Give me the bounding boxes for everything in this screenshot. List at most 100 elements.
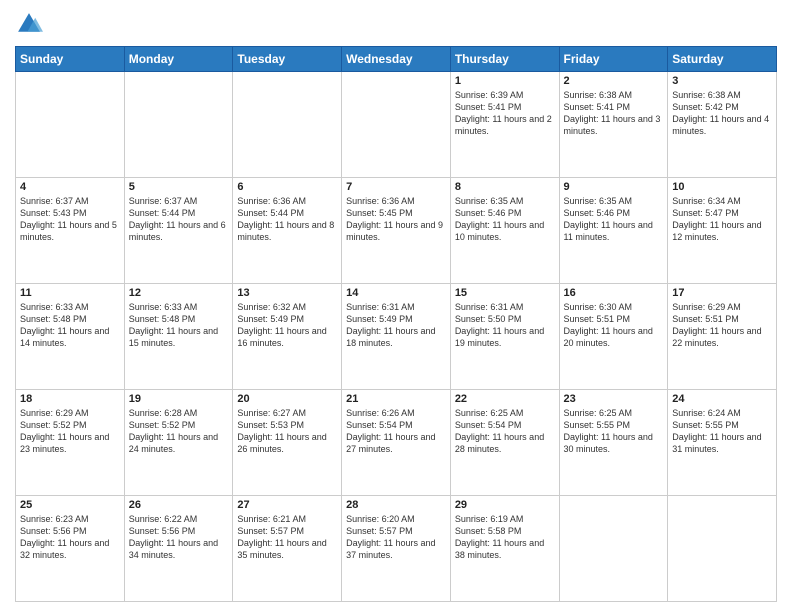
logo — [15, 10, 47, 38]
day-cell: 18 Sunrise: 6:29 AM Sunset: 5:52 PM Dayli… — [16, 390, 125, 496]
day-number: 24 — [672, 393, 772, 405]
day-header-thursday: Thursday — [450, 47, 559, 72]
day-number: 4 — [20, 181, 120, 193]
day-number: 28 — [346, 499, 446, 511]
day-info: Sunrise: 6:37 AM Sunset: 5:43 PM Dayligh… — [20, 195, 120, 244]
day-info: Sunrise: 6:19 AM Sunset: 5:58 PM Dayligh… — [455, 513, 555, 562]
day-cell: 12 Sunrise: 6:33 AM Sunset: 5:48 PM Dayli… — [124, 284, 233, 390]
header — [15, 10, 777, 38]
day-cell — [124, 72, 233, 178]
day-cell — [668, 496, 777, 602]
day-info: Sunrise: 6:36 AM Sunset: 5:44 PM Dayligh… — [237, 195, 337, 244]
day-info: Sunrise: 6:38 AM Sunset: 5:41 PM Dayligh… — [564, 89, 664, 138]
week-row-4: 18 Sunrise: 6:29 AM Sunset: 5:52 PM Dayli… — [16, 390, 777, 496]
day-number: 10 — [672, 181, 772, 193]
day-info: Sunrise: 6:28 AM Sunset: 5:52 PM Dayligh… — [129, 407, 229, 456]
day-cell — [559, 496, 668, 602]
day-info: Sunrise: 6:33 AM Sunset: 5:48 PM Dayligh… — [20, 301, 120, 350]
day-info: Sunrise: 6:34 AM Sunset: 5:47 PM Dayligh… — [672, 195, 772, 244]
day-info: Sunrise: 6:31 AM Sunset: 5:49 PM Dayligh… — [346, 301, 446, 350]
day-number: 3 — [672, 75, 772, 87]
week-row-1: 1 Sunrise: 6:39 AM Sunset: 5:41 PM Daylig… — [16, 72, 777, 178]
week-row-3: 11 Sunrise: 6:33 AM Sunset: 5:48 PM Dayli… — [16, 284, 777, 390]
day-info: Sunrise: 6:33 AM Sunset: 5:48 PM Dayligh… — [129, 301, 229, 350]
day-info: Sunrise: 6:35 AM Sunset: 5:46 PM Dayligh… — [564, 195, 664, 244]
day-info: Sunrise: 6:38 AM Sunset: 5:42 PM Dayligh… — [672, 89, 772, 138]
day-number: 22 — [455, 393, 555, 405]
day-cell: 4 Sunrise: 6:37 AM Sunset: 5:43 PM Daylig… — [16, 178, 125, 284]
day-header-saturday: Saturday — [668, 47, 777, 72]
day-cell: 23Sunrise: 6:25 AM Sunset: 5:55 PM Dayli… — [559, 390, 668, 496]
day-info: Sunrise: 6:25 AM Sunset: 5:55 PM Dayligh… — [564, 407, 664, 456]
day-info: Sunrise: 6:27 AM Sunset: 5:53 PM Dayligh… — [237, 407, 337, 456]
day-cell: 1 Sunrise: 6:39 AM Sunset: 5:41 PM Daylig… — [450, 72, 559, 178]
day-header-tuesday: Tuesday — [233, 47, 342, 72]
day-info: Sunrise: 6:39 AM Sunset: 5:41 PM Dayligh… — [455, 89, 555, 138]
day-number: 13 — [237, 287, 337, 299]
day-cell: 7 Sunrise: 6:36 AM Sunset: 5:45 PM Daylig… — [342, 178, 451, 284]
day-cell: 27 Sunrise: 6:21 AM Sunset: 5:57 PM Dayli… — [233, 496, 342, 602]
day-header-wednesday: Wednesday — [342, 47, 451, 72]
day-cell — [16, 72, 125, 178]
day-cell: 15Sunrise: 6:31 AM Sunset: 5:50 PM Dayli… — [450, 284, 559, 390]
day-info: Sunrise: 6:26 AM Sunset: 5:54 PM Dayligh… — [346, 407, 446, 456]
day-number: 11 — [20, 287, 120, 299]
day-cell — [342, 72, 451, 178]
day-number: 1 — [455, 75, 555, 87]
day-number: 21 — [346, 393, 446, 405]
day-number: 5 — [129, 181, 229, 193]
week-row-2: 4 Sunrise: 6:37 AM Sunset: 5:43 PM Daylig… — [16, 178, 777, 284]
day-number: 7 — [346, 181, 446, 193]
day-cell: 2 Sunrise: 6:38 AM Sunset: 5:41 PM Daylig… — [559, 72, 668, 178]
day-cell: 13 Sunrise: 6:32 AM Sunset: 5:49 PM Dayli… — [233, 284, 342, 390]
day-number: 18 — [20, 393, 120, 405]
day-header-friday: Friday — [559, 47, 668, 72]
day-cell: 20Sunrise: 6:27 AM Sunset: 5:53 PM Dayli… — [233, 390, 342, 496]
day-cell: 19 Sunrise: 6:28 AM Sunset: 5:52 PM Dayli… — [124, 390, 233, 496]
day-cell: 26Sunrise: 6:22 AM Sunset: 5:56 PM Dayli… — [124, 496, 233, 602]
day-info: Sunrise: 6:30 AM Sunset: 5:51 PM Dayligh… — [564, 301, 664, 350]
day-cell: 16Sunrise: 6:30 AM Sunset: 5:51 PM Dayli… — [559, 284, 668, 390]
day-cell: 8 Sunrise: 6:35 AM Sunset: 5:46 PM Daylig… — [450, 178, 559, 284]
page: SundayMondayTuesdayWednesdayThursdayFrid… — [0, 0, 792, 612]
day-cell: 11 Sunrise: 6:33 AM Sunset: 5:48 PM Dayli… — [16, 284, 125, 390]
day-number: 2 — [564, 75, 664, 87]
day-cell: 6Sunrise: 6:36 AM Sunset: 5:44 PM Daylig… — [233, 178, 342, 284]
calendar-body: 1 Sunrise: 6:39 AM Sunset: 5:41 PM Daylig… — [16, 72, 777, 602]
calendar-header: SundayMondayTuesdayWednesdayThursdayFrid… — [16, 47, 777, 72]
day-info: Sunrise: 6:35 AM Sunset: 5:46 PM Dayligh… — [455, 195, 555, 244]
day-number: 29 — [455, 499, 555, 511]
day-cell: 29 Sunrise: 6:19 AM Sunset: 5:58 PM Dayli… — [450, 496, 559, 602]
day-number: 27 — [237, 499, 337, 511]
day-number: 26 — [129, 499, 229, 511]
day-number: 25 — [20, 499, 120, 511]
day-number: 12 — [129, 287, 229, 299]
day-header-monday: Monday — [124, 47, 233, 72]
day-number: 8 — [455, 181, 555, 193]
day-cell: 28 Sunrise: 6:20 AM Sunset: 5:57 PM Dayli… — [342, 496, 451, 602]
day-cell: 17 Sunrise: 6:29 AM Sunset: 5:51 PM Dayli… — [668, 284, 777, 390]
week-row-5: 25 Sunrise: 6:23 AM Sunset: 5:56 PM Dayli… — [16, 496, 777, 602]
day-cell: 14 Sunrise: 6:31 AM Sunset: 5:49 PM Dayli… — [342, 284, 451, 390]
day-cell: 24 Sunrise: 6:24 AM Sunset: 5:55 PM Dayli… — [668, 390, 777, 496]
day-info: Sunrise: 6:21 AM Sunset: 5:57 PM Dayligh… — [237, 513, 337, 562]
day-info: Sunrise: 6:36 AM Sunset: 5:45 PM Dayligh… — [346, 195, 446, 244]
day-cell: 25 Sunrise: 6:23 AM Sunset: 5:56 PM Dayli… — [16, 496, 125, 602]
day-info: Sunrise: 6:25 AM Sunset: 5:54 PM Dayligh… — [455, 407, 555, 456]
day-cell: 5 Sunrise: 6:37 AM Sunset: 5:44 PM Daylig… — [124, 178, 233, 284]
day-cell: 3 Sunrise: 6:38 AM Sunset: 5:42 PM Daylig… — [668, 72, 777, 178]
day-info: Sunrise: 6:29 AM Sunset: 5:51 PM Dayligh… — [672, 301, 772, 350]
day-number: 17 — [672, 287, 772, 299]
day-cell — [233, 72, 342, 178]
day-info: Sunrise: 6:29 AM Sunset: 5:52 PM Dayligh… — [20, 407, 120, 456]
day-info: Sunrise: 6:20 AM Sunset: 5:57 PM Dayligh… — [346, 513, 446, 562]
day-number: 14 — [346, 287, 446, 299]
day-info: Sunrise: 6:31 AM Sunset: 5:50 PM Dayligh… — [455, 301, 555, 350]
calendar: SundayMondayTuesdayWednesdayThursdayFrid… — [15, 46, 777, 602]
day-info: Sunrise: 6:24 AM Sunset: 5:55 PM Dayligh… — [672, 407, 772, 456]
day-info: Sunrise: 6:37 AM Sunset: 5:44 PM Dayligh… — [129, 195, 229, 244]
day-info: Sunrise: 6:32 AM Sunset: 5:49 PM Dayligh… — [237, 301, 337, 350]
day-info: Sunrise: 6:23 AM Sunset: 5:56 PM Dayligh… — [20, 513, 120, 562]
day-number: 19 — [129, 393, 229, 405]
logo-icon — [15, 10, 43, 38]
